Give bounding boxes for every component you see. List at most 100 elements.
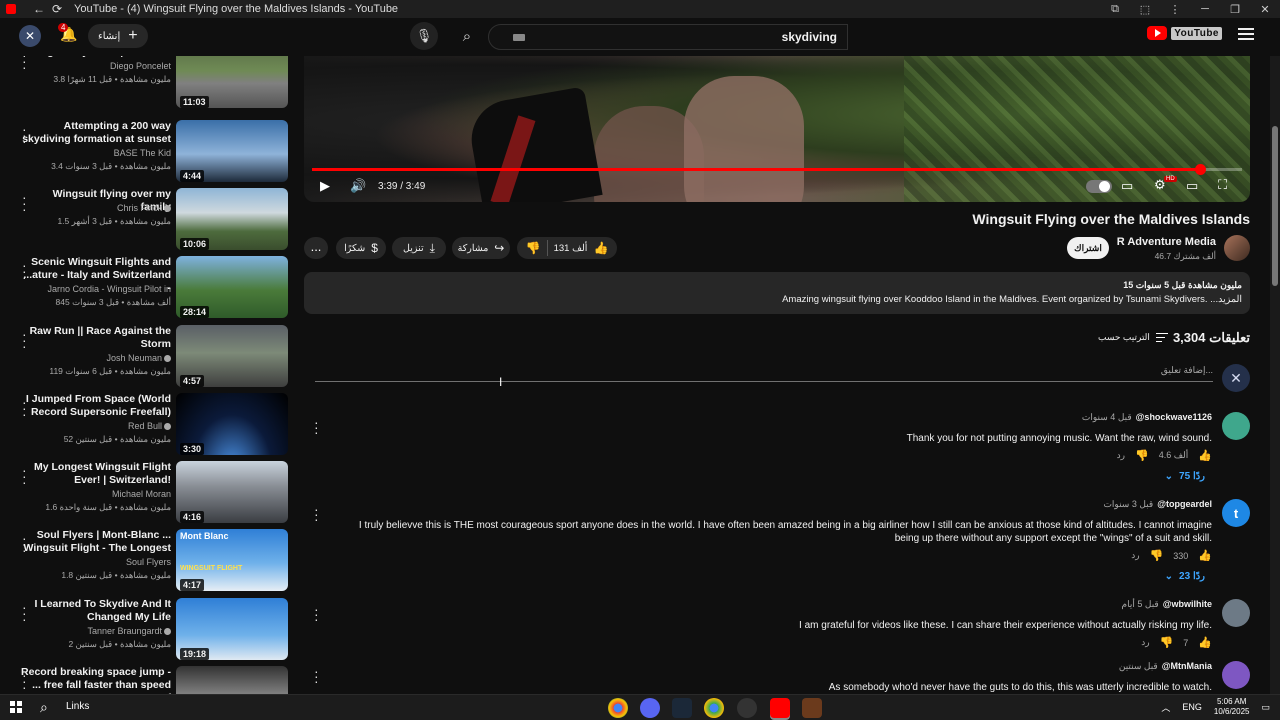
- comment-more-kebab-icon[interactable]: · · ·: [314, 664, 319, 688]
- comment-username[interactable]: @MtnMania: [1162, 661, 1212, 671]
- comment-more-kebab-icon[interactable]: · · ·: [314, 415, 319, 439]
- thanks-button[interactable]: شكرًا $: [336, 237, 386, 259]
- account-avatar[interactable]: ✕: [19, 25, 41, 47]
- youtube-app-icon[interactable]: [770, 698, 790, 718]
- scrollbar-thumb[interactable]: [1272, 126, 1278, 286]
- dislike-icon[interactable]: 👎: [526, 241, 541, 255]
- taskbar-search-icon[interactable]: ⌕: [40, 699, 48, 716]
- chrome-icon[interactable]: [608, 698, 628, 718]
- hamburger-menu-icon[interactable]: [1238, 26, 1254, 40]
- maximize-button[interactable]: ❐: [1220, 3, 1250, 16]
- dislike-icon[interactable]: 👎: [1135, 449, 1149, 462]
- fullscreen-icon[interactable]: ⛶: [1218, 177, 1227, 193]
- create-button[interactable]: إنشاء +: [88, 24, 148, 48]
- channel-avatar[interactable]: [1224, 235, 1250, 261]
- steam-icon[interactable]: [672, 698, 692, 718]
- subtitles-icon[interactable]: ▭: [1121, 178, 1133, 194]
- related-video-title[interactable]: I Learned To Skydive And It Changed My L…: [21, 598, 171, 624]
- sort-comments-button[interactable]: الترتيب حسب: [1098, 332, 1168, 343]
- like-icon[interactable]: 👍: [593, 241, 608, 255]
- youtube-logo[interactable]: YouTube: [1147, 26, 1222, 40]
- theater-mode-icon[interactable]: ▭: [1186, 178, 1198, 194]
- comment-username[interactable]: @shockwave1126: [1136, 412, 1212, 422]
- comment-time[interactable]: قبل 5 أيام: [1122, 599, 1159, 609]
- subscribe-button[interactable]: اشتراك: [1067, 237, 1109, 259]
- related-video-item[interactable]: · · · Attempting a 200 way skydiving format…: [0, 120, 292, 186]
- commenter-avatar[interactable]: [1222, 412, 1250, 440]
- related-video-item[interactable]: · · · Wingsuit flying over my family Chris F…: [0, 188, 292, 254]
- like-icon[interactable]: 👍: [1198, 549, 1212, 562]
- related-video-item[interactable]: · · · Record breaking space jump - ... free…: [0, 666, 292, 694]
- related-video-item[interactable]: · · · My Longest Wingsuit Flight Ever! | Sw…: [0, 461, 292, 527]
- related-video-title[interactable]: Attempting a 200 way skydiving formation…: [21, 120, 171, 146]
- extensions-icon[interactable]: ⬚: [1130, 3, 1160, 16]
- related-video-channel[interactable]: Chris Finck: [117, 203, 171, 213]
- keyboard-icon[interactable]: [513, 34, 525, 41]
- related-video-title[interactable]: Record breaking space jump - ... free fa…: [21, 666, 171, 694]
- close-button[interactable]: ✕: [1250, 3, 1280, 16]
- comment-more-kebab-icon[interactable]: · · ·: [314, 502, 319, 526]
- minimize-button[interactable]: ─: [1190, 3, 1220, 15]
- tray-chevron-icon[interactable]: ︿: [1161, 701, 1170, 714]
- notification-center-icon[interactable]: ▭: [1261, 702, 1270, 713]
- comment-username[interactable]: @wbwilhite: [1163, 599, 1212, 609]
- view-replies-button[interactable]: ⌄ 23 ردًا: [1165, 571, 1205, 582]
- translate-icon[interactable]: ⧉: [1100, 3, 1130, 16]
- more-options-icon[interactable]: ⋮: [1160, 3, 1190, 16]
- related-video-title[interactable]: Soul Flyers | Mont-Blanc ... Wingsuit Fl…: [21, 529, 171, 555]
- language-indicator[interactable]: ENG: [1182, 702, 1202, 712]
- search-icon[interactable]: ⌕: [448, 24, 486, 50]
- channel-name[interactable]: R Adventure Media: [1117, 236, 1216, 248]
- related-video-channel[interactable]: Soul Flyers: [126, 557, 171, 567]
- like-icon[interactable]: 👍: [1198, 636, 1212, 649]
- related-video-channel[interactable]: Tanner Braungardt: [87, 626, 171, 636]
- comment-username[interactable]: @topgeardel: [1157, 499, 1212, 509]
- related-video-item[interactable]: · · · I Learned To Skydive And It Changed M…: [0, 598, 292, 664]
- download-button[interactable]: تنزيل ⤓: [392, 237, 446, 259]
- related-video-title[interactable]: Raw Run || Race Against the Storm: [21, 325, 171, 351]
- related-video-channel[interactable]: BASE The Kid: [114, 148, 171, 158]
- commenter-avatar[interactable]: t: [1222, 499, 1250, 527]
- notifications-bell-icon[interactable]: 🔔 4: [58, 23, 77, 43]
- chrome-profile-icon[interactable]: [704, 698, 724, 718]
- commenter-avatar[interactable]: [1222, 599, 1250, 627]
- view-replies-button[interactable]: ⌄ 75 ردًا: [1165, 471, 1205, 482]
- related-video-title[interactable]: I Jumped From Space (World Record Supers…: [21, 393, 171, 419]
- like-icon[interactable]: 👍: [1198, 449, 1212, 462]
- epic-games-icon[interactable]: [802, 698, 822, 718]
- search-input[interactable]: skydiving: [488, 24, 848, 50]
- comment-time[interactable]: قبل سنتين: [1119, 661, 1158, 671]
- description-box[interactable]: 15 مليون مشاهدة قبل 5 سنوات Amazing wing…: [304, 272, 1250, 314]
- comment-time[interactable]: قبل 3 سنوات: [1103, 499, 1153, 509]
- voice-search-mic-icon[interactable]: 🎙: [410, 22, 438, 50]
- add-comment-input[interactable]: إضافة تعليق...: [315, 365, 1213, 382]
- related-video-item[interactable]: · · · Mont Blanc WINGSUIT FLIGHT Soul Flyers …: [0, 529, 292, 595]
- related-video-title[interactable]: My Longest Wingsuit Flight Ever! | Switz…: [21, 461, 171, 487]
- related-video-channel[interactable]: Red Bull: [128, 421, 171, 431]
- reply-button[interactable]: رد: [1131, 550, 1139, 561]
- video-progress-bar[interactable]: [312, 164, 1242, 175]
- discord-icon[interactable]: [640, 698, 660, 718]
- related-video-item[interactable]: · · · Scenic Wingsuit Flights and ...ature …: [0, 256, 292, 322]
- autoplay-toggle[interactable]: [1086, 180, 1112, 193]
- back-arrow-icon[interactable]: ←: [30, 2, 48, 16]
- commenter-avatar[interactable]: [1222, 661, 1250, 689]
- xbox-icon[interactable]: [737, 698, 757, 718]
- like-count[interactable]: 131 ألف: [554, 243, 588, 254]
- video-thumbnail[interactable]: [176, 666, 288, 694]
- related-video-title[interactable]: Legendary Road | 100 km/h: [21, 56, 171, 59]
- play-icon[interactable]: ▶: [320, 178, 330, 194]
- page-scrollbar[interactable]: [1270, 56, 1280, 694]
- volume-icon[interactable]: 🔊: [350, 178, 366, 194]
- related-video-channel[interactable]: Michael Moran: [112, 489, 171, 499]
- related-video-item[interactable]: · · · Raw Run || Race Against the Storm Josh…: [0, 325, 292, 391]
- more-actions-button[interactable]: ...: [304, 237, 328, 259]
- reply-button[interactable]: رد: [1141, 637, 1149, 648]
- reply-button[interactable]: رد: [1117, 450, 1125, 461]
- related-video-channel[interactable]: Josh Neuman: [106, 353, 171, 363]
- taskbar-links-label[interactable]: Links: [66, 701, 89, 712]
- comment-time[interactable]: قبل 4 سنوات: [1082, 412, 1132, 422]
- taskbar-clock[interactable]: 5:06 AM 10/6/2025: [1214, 697, 1250, 717]
- related-video-channel[interactable]: Jarno Cordia - Wingsuit Pilot in: [47, 284, 171, 294]
- related-video-channel[interactable]: Diego Poncelet: [110, 61, 171, 71]
